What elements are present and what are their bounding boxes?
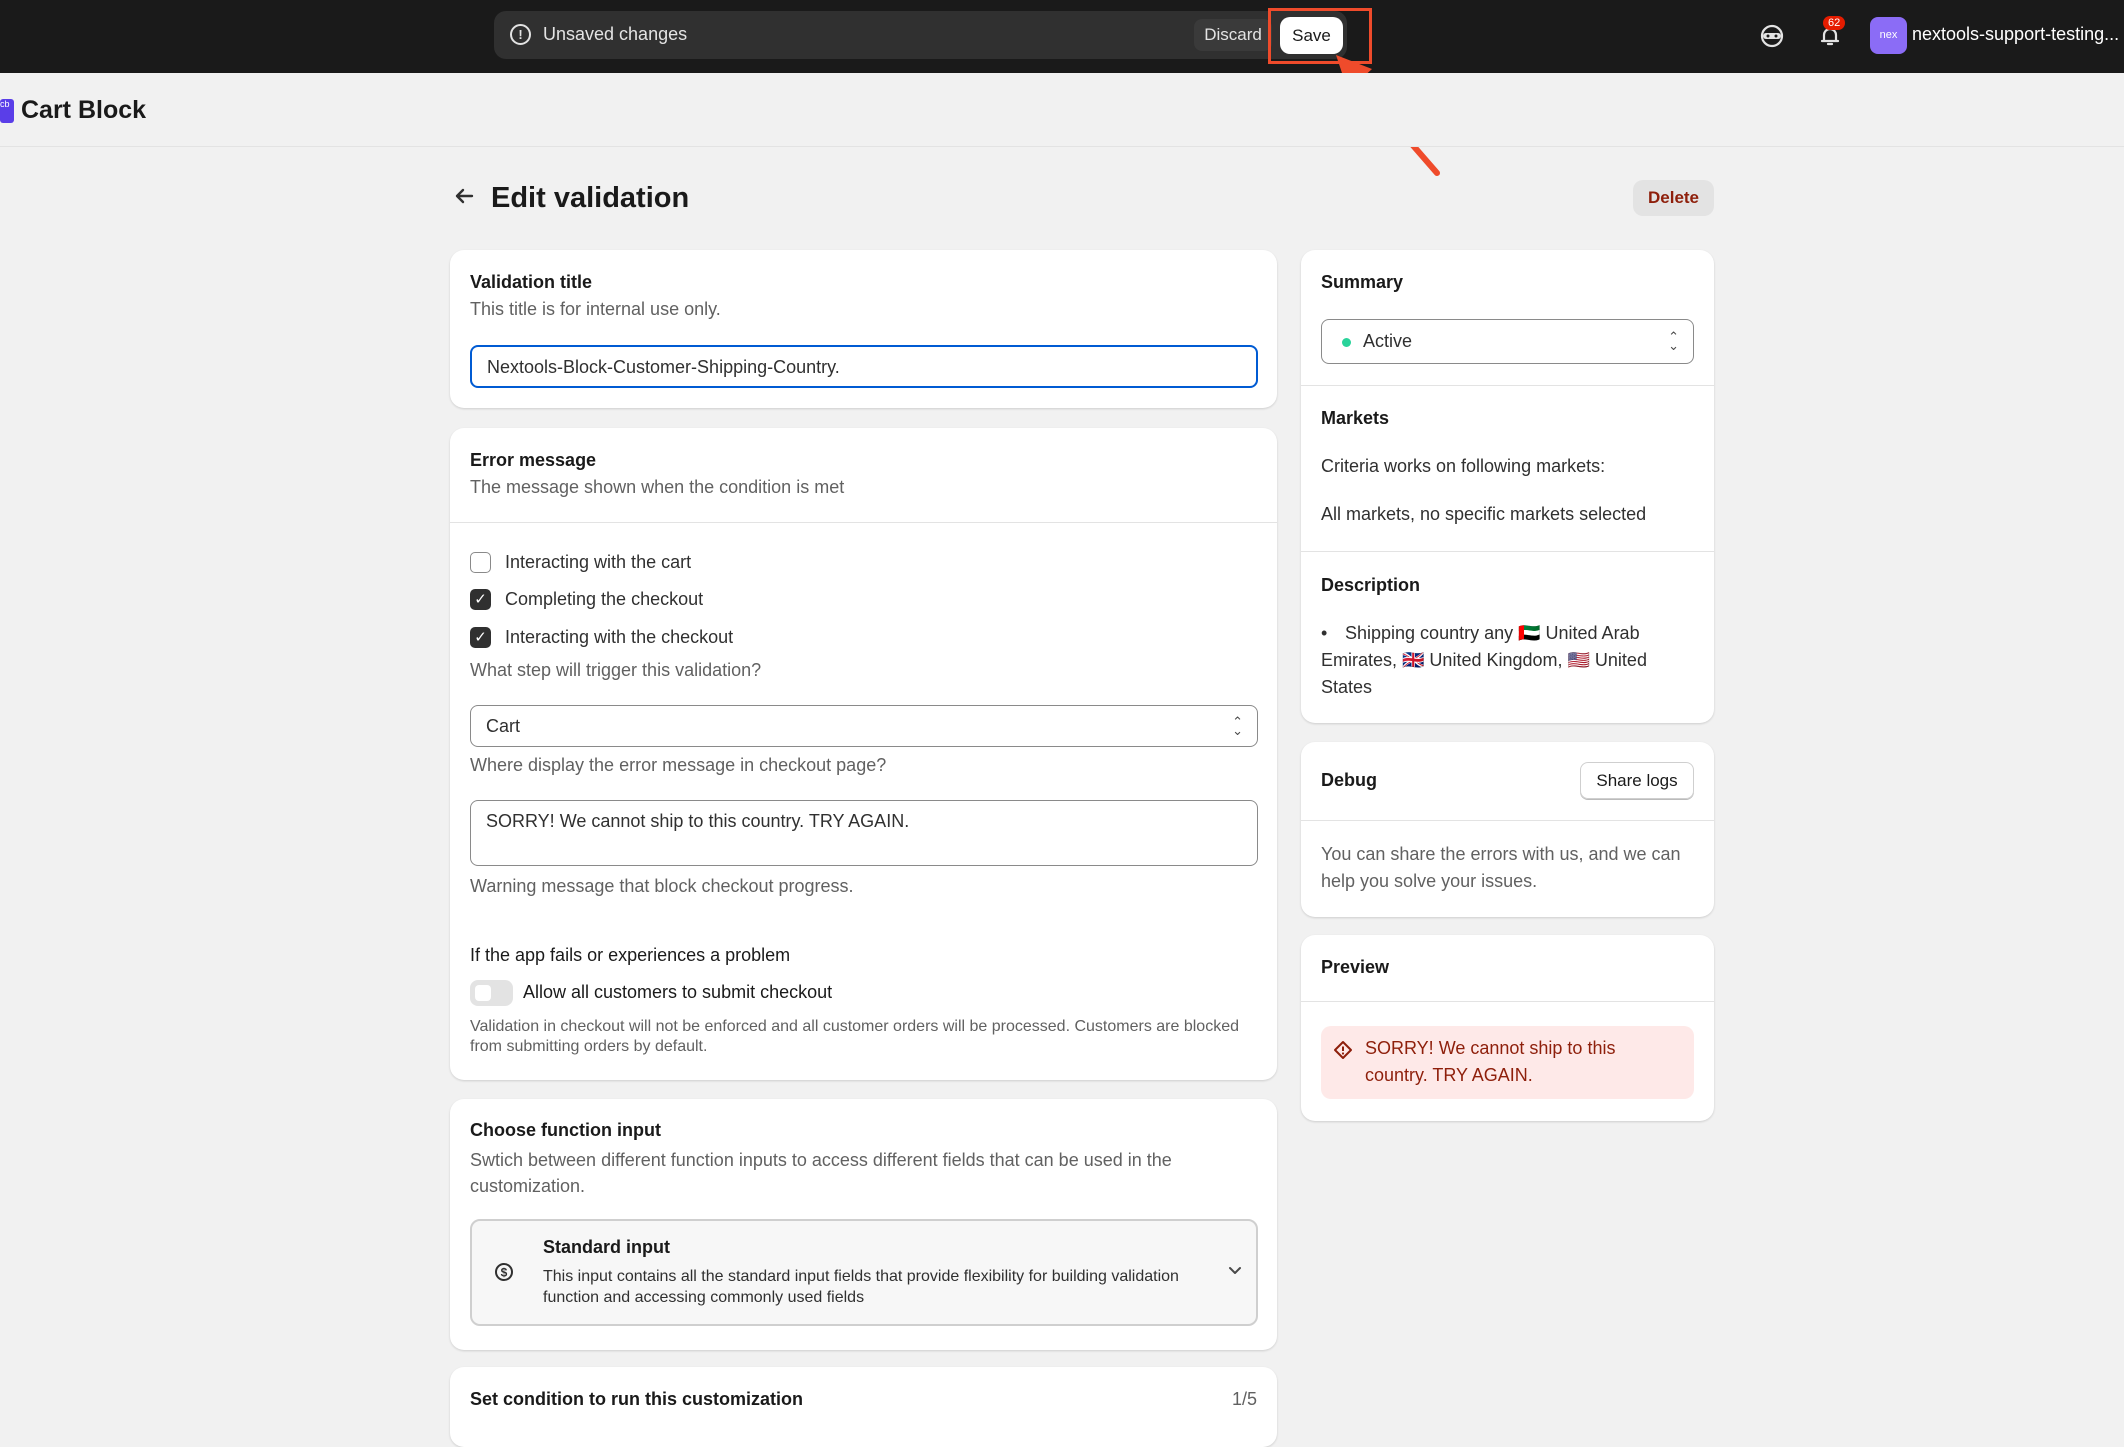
share-logs-button[interactable]: Share logs [1580, 762, 1694, 799]
markets-heading: Markets [1321, 408, 1390, 428]
markets-line1: Criteria works on following markets: [1321, 456, 1606, 476]
select-chevron-icon: ⌃ ⌄ [1668, 329, 1679, 353]
alert-diamond-icon [1333, 1040, 1353, 1065]
divider [1301, 1001, 1714, 1002]
function-input-card: Choose function input Swtich between dif… [450, 1099, 1277, 1350]
standard-input-option[interactable]: $ Standard input This input contains all… [470, 1219, 1258, 1326]
ninja-icon[interactable] [1758, 22, 1786, 50]
debug-text-line1: You can share the errors with us, and we… [1321, 844, 1681, 864]
validation-title-input[interactable]: Nextools-Block-Customer-Shipping-Country… [470, 345, 1258, 388]
toggle-label: Allow all customers to submit checkout [523, 982, 833, 1002]
discard-button[interactable]: Discard [1194, 19, 1272, 51]
toggle-help: Validation in checkout will not be enfor… [470, 1018, 1239, 1055]
divider [1301, 551, 1714, 552]
preview-banner: SORRY! We cannot ship to this country. T… [1321, 1026, 1694, 1099]
notification-badge: 62 [1823, 16, 1846, 30]
status-dot [1342, 338, 1351, 347]
description-heading: Description [1321, 575, 1421, 595]
summary-card: Summary Active ⌃ ⌄ Markets Criteria works… [1301, 250, 1714, 723]
svg-text:$: $ [501, 1266, 508, 1280]
preview-line1: SORRY! We cannot ship to this [1365, 1038, 1616, 1058]
app-title: Cart Block [21, 96, 147, 124]
error-message-help: The message shown when the condition is … [470, 477, 845, 497]
function-input-help: Swtich between different function inputs… [470, 1150, 1172, 1196]
message-help: Warning message that block checkout prog… [470, 876, 854, 896]
condition-count: 1/5 [1231, 1389, 1257, 1409]
divider [450, 522, 1277, 523]
error-message-textarea[interactable]: SORRY! We cannot ship to this country. T… [470, 800, 1258, 866]
function-input-heading: Choose function input [470, 1120, 661, 1140]
checkbox-label: Completing the checkout [505, 589, 704, 609]
arrow-left-icon[interactable] [452, 184, 476, 215]
store-name[interactable]: nextools-support-testing... [1912, 24, 2119, 45]
preview-heading: Preview [1321, 957, 1390, 977]
checkbox-label: Interacting with the cart [505, 552, 692, 572]
divider [1301, 820, 1714, 821]
summary-heading: Summary [1321, 272, 1404, 292]
description-line1: Shipping country any 🇦🇪 United Arab [1345, 623, 1640, 643]
app-header [0, 73, 2124, 147]
trigger-help: What step will trigger this validation? [470, 660, 762, 680]
allow-checkout-toggle[interactable] [470, 980, 513, 1006]
error-message-heading: Error message [470, 450, 597, 470]
markets-line2: All markets, no specific markets selecte… [1321, 504, 1647, 524]
checkbox-completing-checkout[interactable]: ✓ [470, 589, 491, 610]
unsaved-changes-label: Unsaved changes [543, 24, 688, 44]
checkbox-interacting-checkout[interactable]: ✓ [470, 627, 491, 648]
display-select-value: Cart [486, 716, 521, 736]
bullet: • [1321, 623, 1328, 643]
display-select[interactable]: Cart ⌃ ⌄ [470, 705, 1258, 747]
error-message-card: Error message The message shown when the… [450, 428, 1277, 1080]
checkbox-label: Interacting with the checkout [505, 627, 734, 647]
description-line2: Emirates, 🇬🇧 United Kingdom, 🇺🇸 United [1321, 650, 1647, 670]
option-title: Standard input [543, 1237, 670, 1257]
preview-card: Preview SORRY! We cannot ship to this co… [1301, 935, 1714, 1121]
validation-title-card: Validation title This title is for inter… [450, 250, 1277, 408]
validation-title-help: This title is for internal use only. [470, 299, 721, 319]
dollar-circle-icon: $ [494, 1262, 514, 1287]
admin-topbar: ! Unsaved changes Discard Save 62 nex ne… [0, 0, 2124, 176]
debug-text-line2: help you solve your issues. [1321, 871, 1538, 891]
condition-card: Set condition to run this customization … [450, 1367, 1277, 1447]
condition-heading: Set condition to run this customization [470, 1389, 803, 1409]
alert-circle-icon: ! [510, 24, 531, 45]
validation-title-heading: Validation title [470, 272, 593, 292]
status-select[interactable]: Active ⌃ ⌄ [1321, 319, 1694, 364]
app-logo: cb [0, 99, 14, 123]
fail-heading: If the app fails or experiences a proble… [470, 945, 791, 965]
checkbox-interacting-cart[interactable] [470, 552, 491, 573]
select-chevron-icon: ⌃ ⌄ [1232, 714, 1243, 738]
divider [1301, 385, 1714, 386]
store-avatar[interactable]: nex [1870, 17, 1907, 54]
description-line3: States [1321, 677, 1373, 697]
toggle-knob [475, 985, 491, 1001]
page-title: Edit validation [491, 182, 690, 214]
debug-heading: Debug [1321, 770, 1377, 790]
option-desc: This input contains all the standard inp… [543, 1268, 1179, 1306]
chevron-down-icon[interactable] [1227, 1262, 1243, 1283]
delete-button[interactable]: Delete [1633, 180, 1714, 216]
preview-line2: country. TRY AGAIN. [1365, 1065, 1533, 1085]
status-value: Active [1363, 331, 1413, 351]
display-help: Where display the error message in check… [470, 755, 887, 775]
debug-card: Debug Share logs You can share the error… [1301, 742, 1714, 917]
